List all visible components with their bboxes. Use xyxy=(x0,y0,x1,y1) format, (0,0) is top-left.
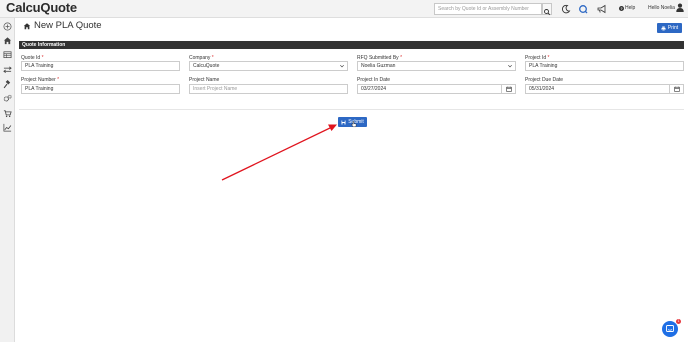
search-button[interactable] xyxy=(542,3,552,16)
hand-cursor-icon xyxy=(351,121,357,128)
notification-badge: 1 xyxy=(676,319,681,324)
project-due-date-picker-button[interactable] xyxy=(669,84,683,94)
cart-icon[interactable] xyxy=(3,109,12,118)
project-in-date-input[interactable]: 03/27/2024 xyxy=(357,84,516,94)
table-icon[interactable] xyxy=(3,50,12,59)
gears-icon[interactable] xyxy=(3,94,12,103)
page-title: New PLA Quote xyxy=(23,20,102,31)
top-bar: CalcuQuote ? Help Hello Noelia xyxy=(0,0,688,18)
project-in-date-picker-button[interactable] xyxy=(501,84,515,94)
project-name-input[interactable]: Insert Project Name xyxy=(189,84,348,94)
exchange-icon[interactable] xyxy=(3,65,12,74)
refresh-icon[interactable] xyxy=(578,4,588,14)
moon-icon[interactable] xyxy=(561,4,571,14)
company-select[interactable]: CalcuQuote xyxy=(189,61,348,71)
chat-icon xyxy=(666,325,674,332)
print-icon xyxy=(661,26,666,31)
print-label: Print xyxy=(667,25,679,31)
app-logo[interactable]: CalcuQuote xyxy=(6,0,77,15)
project-due-date-label: Project Due Date xyxy=(525,77,564,83)
calendar-icon xyxy=(673,86,680,92)
section-header: Quote Information xyxy=(19,41,684,49)
project-in-date-value: 03/27/2024 xyxy=(361,86,387,92)
home-icon xyxy=(23,22,31,29)
sidebar xyxy=(0,18,15,342)
project-in-date-label: Project In Date xyxy=(357,77,391,83)
help-link[interactable]: ? Help xyxy=(619,5,635,11)
plus-circle-icon[interactable] xyxy=(3,22,12,31)
search-icon xyxy=(544,9,551,16)
home-icon[interactable] xyxy=(3,36,12,45)
search-input[interactable] xyxy=(434,3,542,15)
rfq-submitted-by-value: Noelia Guzman xyxy=(361,63,396,69)
company-value: CalcuQuote xyxy=(193,63,220,69)
save-icon xyxy=(341,120,346,124)
calendar-icon xyxy=(505,86,512,92)
project-id-input[interactable]: PLA Training xyxy=(525,61,684,71)
user-greeting[interactable]: Hello Noelia xyxy=(648,5,675,11)
quote-id-input[interactable]: PLA Training xyxy=(21,61,180,71)
chat-launcher-button[interactable] xyxy=(662,321,678,337)
divider xyxy=(19,109,684,110)
project-number-input[interactable]: PLA Training xyxy=(21,84,180,94)
megaphone-icon[interactable] xyxy=(597,4,607,14)
page-title-text: New PLA Quote xyxy=(34,20,102,31)
project-due-date-value: 05/31/2024 xyxy=(529,86,555,92)
chevron-down-icon xyxy=(340,64,344,68)
gavel-icon[interactable] xyxy=(3,80,12,89)
project-due-date-input[interactable]: 05/31/2024 xyxy=(525,84,684,94)
line-chart-icon[interactable] xyxy=(3,123,12,132)
print-button[interactable]: Print xyxy=(657,23,682,33)
chevron-down-icon xyxy=(508,64,512,68)
question-icon: ? xyxy=(619,5,624,11)
rfq-submitted-by-select[interactable]: Noelia Guzman xyxy=(357,61,516,71)
project-number-label: Project Number * xyxy=(21,77,60,83)
help-label: Help xyxy=(625,5,636,11)
project-name-label: Project Name xyxy=(189,77,220,83)
annotation-arrow xyxy=(221,124,337,181)
user-icon[interactable] xyxy=(676,3,684,12)
